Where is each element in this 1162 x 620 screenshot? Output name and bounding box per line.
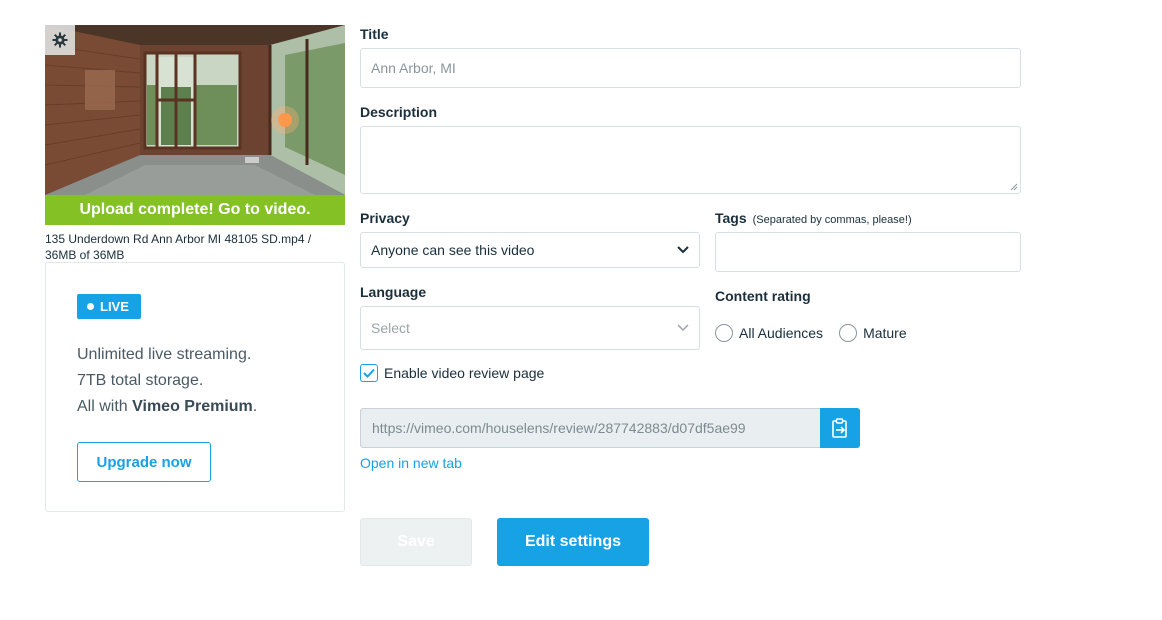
radio-all-audiences-label[interactable]: All Audiences xyxy=(739,325,823,341)
review-page-checkbox[interactable] xyxy=(360,364,378,382)
file-name: 135 Underdown Rd Ann Arbor MI 48105 SD.m… xyxy=(45,232,312,246)
video-thumbnail[interactable] xyxy=(45,25,345,195)
live-badge-label: LIVE xyxy=(100,299,129,314)
promo-line-3-suffix: . xyxy=(252,398,258,415)
promo-text: Unlimited live streaming. 7TB total stor… xyxy=(77,342,257,420)
file-progress: 36MB of 36MB xyxy=(45,248,125,262)
upload-complete-banner[interactable]: Upload complete! Go to video. xyxy=(45,195,345,225)
radio-all-audiences[interactable] xyxy=(715,324,733,342)
title-input[interactable]: Ann Arbor, MI xyxy=(360,48,1021,88)
promo-line-3: All with Vimeo Premium. xyxy=(77,394,257,420)
chevron-down-icon xyxy=(677,324,689,332)
resize-handle-icon[interactable] xyxy=(1010,183,1018,191)
title-label: Title xyxy=(360,26,389,42)
edit-settings-button[interactable]: Edit settings xyxy=(497,518,649,566)
promo-line-1: Unlimited live streaming. xyxy=(77,346,252,363)
tags-label: Tags (Separated by commas, please!) xyxy=(715,210,912,226)
promo-line-3-prefix: All with xyxy=(77,398,133,415)
tags-input[interactable] xyxy=(715,232,1021,272)
privacy-label: Privacy xyxy=(360,210,410,226)
checkmark-icon xyxy=(363,368,375,378)
save-button[interactable]: Save xyxy=(360,518,472,566)
privacy-select[interactable]: Anyone can see this video xyxy=(360,232,700,268)
review-url-field[interactable]: https://vimeo.com/houselens/review/28774… xyxy=(360,408,821,448)
tags-label-text: Tags xyxy=(715,210,747,226)
settings-gear-icon[interactable] xyxy=(45,25,75,55)
review-page-label[interactable]: Enable video review page xyxy=(384,365,544,381)
live-badge: LIVE xyxy=(77,294,141,319)
promo-line-2: 7TB total storage. xyxy=(77,372,204,389)
language-label: Language xyxy=(360,284,427,300)
premium-name: Vimeo Premium xyxy=(132,398,253,415)
content-rating-options: All Audiences Mature xyxy=(715,324,907,342)
premium-promo: LIVE Unlimited live streaming. 7TB total… xyxy=(45,262,345,512)
open-in-new-tab-link[interactable]: Open in new tab xyxy=(360,455,462,471)
clipboard-icon xyxy=(832,418,847,438)
description-label: Description xyxy=(360,104,438,120)
tags-hint: (Separated by commas, please!) xyxy=(752,214,912,226)
review-page-option: Enable video review page xyxy=(360,364,544,382)
language-placeholder: Select xyxy=(371,320,410,336)
file-info: 135 Underdown Rd Ann Arbor MI 48105 SD.m… xyxy=(45,231,345,263)
copy-url-button[interactable] xyxy=(820,408,860,448)
radio-mature-label[interactable]: Mature xyxy=(863,325,907,341)
description-textarea[interactable] xyxy=(360,126,1021,194)
language-select[interactable]: Select xyxy=(360,306,700,350)
chevron-down-icon xyxy=(677,246,689,254)
content-rating-label: Content rating xyxy=(715,288,811,304)
privacy-selected-value: Anyone can see this video xyxy=(371,242,535,258)
live-dot-icon xyxy=(87,303,94,310)
upgrade-now-button[interactable]: Upgrade now xyxy=(77,442,211,482)
radio-mature[interactable] xyxy=(839,324,858,342)
